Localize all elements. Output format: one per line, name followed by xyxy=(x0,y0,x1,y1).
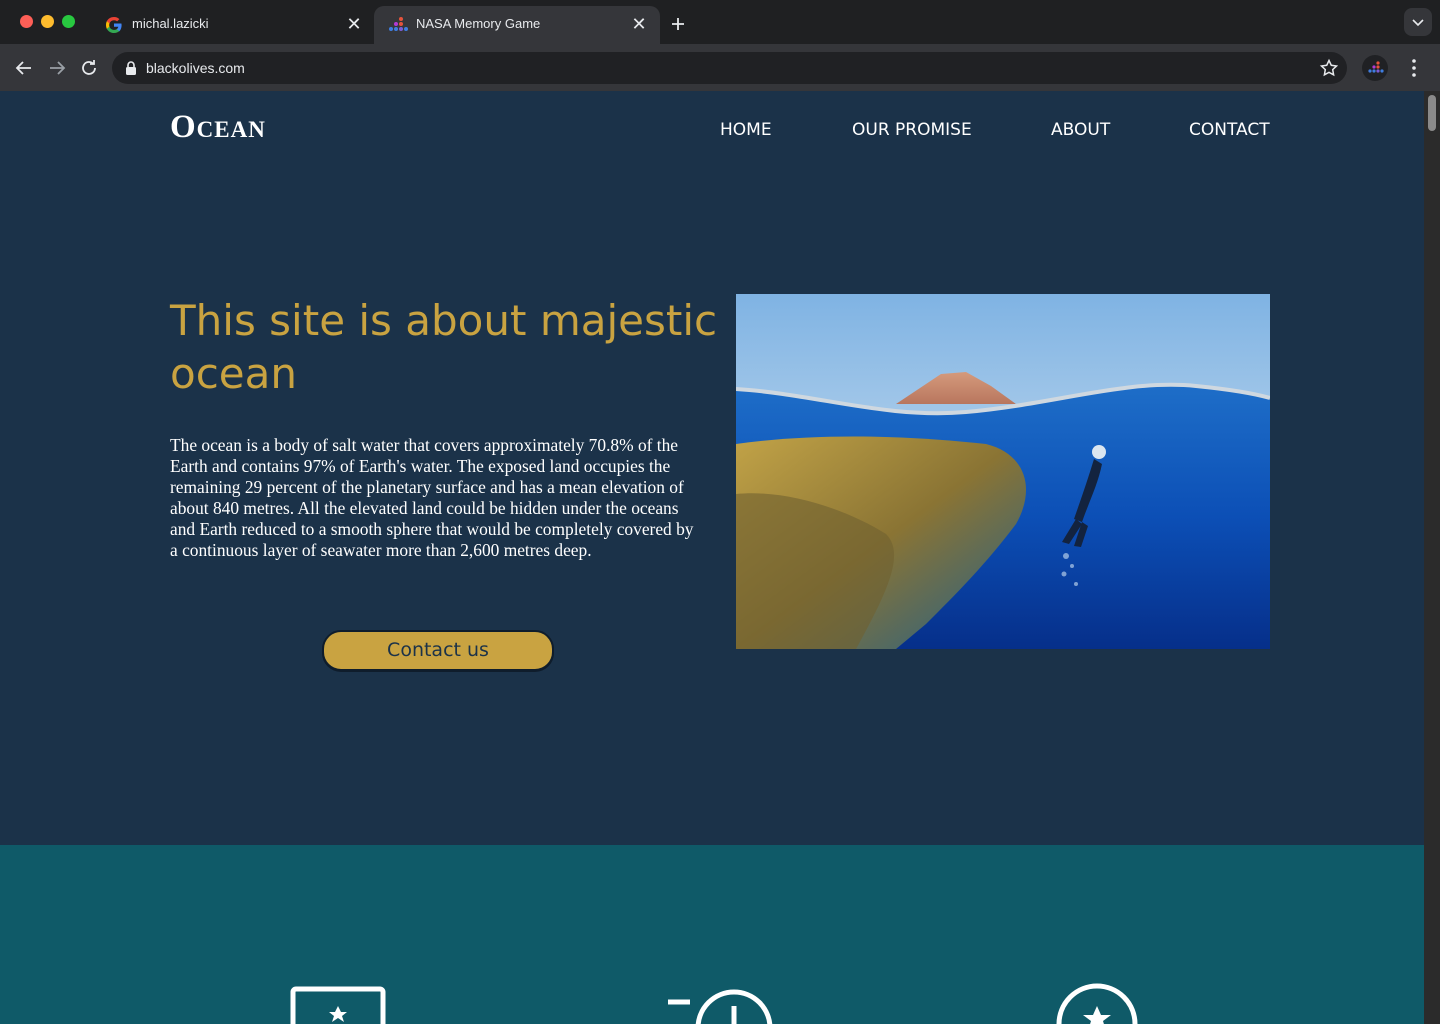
ocean-diver-photo xyxy=(736,294,1270,649)
tab-strip: michal.lazicki ✕ NASA Memory Game ✕ xyxy=(0,0,1440,44)
nav-contact[interactable]: CONTACT xyxy=(1189,120,1270,140)
tab-google[interactable]: michal.lazicki ✕ xyxy=(90,6,375,44)
nav-home[interactable]: HOME xyxy=(720,120,772,140)
address-bar[interactable]: blackolives.com xyxy=(112,52,1347,84)
dots-app-icon xyxy=(389,17,408,31)
page-scrollbar[interactable] xyxy=(1424,91,1440,1024)
extension-button[interactable] xyxy=(1362,55,1388,81)
close-tab-icon[interactable]: ✕ xyxy=(628,13,650,35)
reload-icon[interactable] xyxy=(77,56,101,80)
address-url[interactable]: blackolives.com xyxy=(146,60,245,76)
new-tab-button[interactable] xyxy=(666,12,690,36)
close-tab-icon[interactable]: ✕ xyxy=(343,13,365,35)
image-frame-icon xyxy=(290,986,386,1024)
browser-window: michal.lazicki ✕ NASA Memory Game ✕ blac… xyxy=(0,0,1440,1024)
nav-our-promise[interactable]: OUR PROMISE xyxy=(852,120,972,140)
arrow-right-icon[interactable] xyxy=(45,56,69,80)
plus-icon xyxy=(672,18,684,30)
kebab-menu-icon[interactable] xyxy=(1402,56,1426,80)
google-g-icon xyxy=(106,17,122,33)
hero-title: This site is about majestic ocean xyxy=(170,296,718,398)
lock-icon[interactable] xyxy=(124,60,138,76)
page-viewport: Ocean HOME OUR PROMISE ABOUT CONTACT Thi… xyxy=(0,91,1424,1024)
contact-us-button[interactable]: Contact us xyxy=(322,630,554,671)
site-logo[interactable]: Ocean xyxy=(170,109,266,146)
star-circle-icon xyxy=(1056,983,1138,1024)
chevron-down-icon xyxy=(1412,19,1424,27)
minimize-window-button[interactable] xyxy=(41,15,54,28)
browser-toolbar: blackolives.com xyxy=(0,44,1440,91)
scrollbar-thumb[interactable] xyxy=(1428,95,1436,131)
dots-app-icon xyxy=(1368,61,1384,73)
tab-search-button[interactable] xyxy=(1404,8,1432,36)
clock-icon xyxy=(668,989,773,1024)
tab-nasa-memory-game[interactable]: NASA Memory Game ✕ xyxy=(374,6,660,44)
nav-about[interactable]: ABOUT xyxy=(1051,120,1110,140)
tab-title: NASA Memory Game xyxy=(416,16,541,31)
maximize-window-button[interactable] xyxy=(62,15,75,28)
close-window-button[interactable] xyxy=(20,15,33,28)
arrow-left-icon[interactable] xyxy=(12,56,36,80)
features-section xyxy=(0,845,1424,1024)
hero-description: The ocean is a body of salt water that c… xyxy=(170,435,694,560)
tab-title: michal.lazicki xyxy=(132,16,209,31)
star-icon[interactable] xyxy=(1319,58,1339,78)
